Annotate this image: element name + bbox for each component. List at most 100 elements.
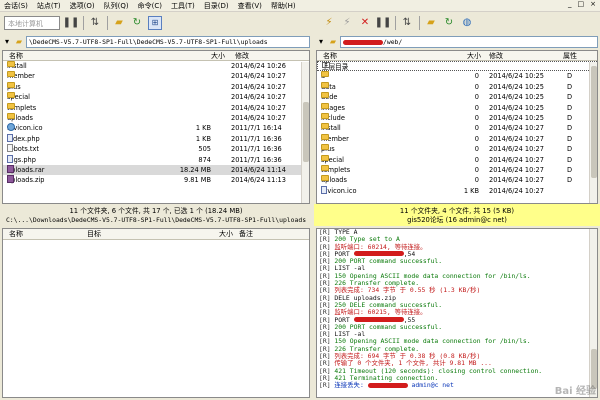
file-date: 2011/7/1 16:36: [231, 134, 282, 143]
file-row[interactable]: robots.txt 505 2011/7/1 16:36: [3, 144, 309, 154]
parent-folder-icon: ↑: [322, 62, 330, 69]
file-row[interactable]: uploads 0 2014/6/24 10:27 D: [317, 175, 597, 185]
file-row[interactable]: index.php 1 KB 2011/7/1 16:36: [3, 133, 309, 144]
parent-dir-row[interactable]: ↑ 上层目录: [317, 61, 597, 72]
file-row[interactable]: favicon.ico 1 KB 2011/7/1 16:14: [3, 123, 309, 133]
php-file-icon: [7, 133, 13, 142]
column-attr[interactable]: 属性: [563, 51, 577, 61]
file-row[interactable]: plus 0 2014/6/24 10:27 D: [317, 144, 597, 154]
minimize-button[interactable]: _: [568, 0, 572, 8]
menu-item[interactable]: 选项(O): [70, 1, 95, 11]
file-name: uploads: [7, 112, 33, 123]
column-name[interactable]: 名称: [323, 51, 337, 61]
file-row[interactable]: install 2014/6/24 10:26: [3, 61, 309, 71]
connect-icon[interactable]: ⚡: [322, 16, 336, 30]
folder-icon[interactable]: ▰: [424, 16, 438, 30]
file-row[interactable]: plus 2014/6/24 10:27: [3, 81, 309, 92]
log-lines: [R] TYPE A [R] 200 Type set to A [R] 监听端口:…: [317, 229, 597, 390]
globe-icon[interactable]: ◍: [460, 16, 474, 30]
local-status-summary: 11 个文件夹, 6 个文件, 共 17 个, 已选 1 个 (18.24 MB…: [69, 207, 243, 215]
file-row[interactable]: special 2014/6/24 10:27: [3, 92, 309, 102]
menu-item[interactable]: 帮助(H): [271, 1, 296, 11]
local-site-combo[interactable]: 本地计算机: [4, 16, 60, 30]
stop-icon[interactable]: ✕: [358, 16, 372, 30]
file-date: 2014/6/24 10:26: [231, 62, 286, 70]
file-date: 2014/6/24 10:27: [489, 176, 544, 185]
folder-icon: [7, 102, 15, 109]
dropdown-icon[interactable]: ▾: [2, 37, 12, 47]
menu-item[interactable]: 队列(Q): [104, 1, 129, 11]
remote-scrollbar[interactable]: [589, 62, 597, 203]
remote-path-input[interactable]: /web/: [340, 36, 598, 48]
file-size: 0: [474, 82, 479, 91]
remote-file-list: 名称 大小 修改 属性 ↑上层目录a 0 2014/6/24 10:25 Ddata 0…: [316, 50, 598, 204]
folder-icon: [7, 92, 15, 99]
folder-icon: [7, 112, 15, 119]
queue-column-note[interactable]: 备注: [239, 229, 253, 240]
refresh-icon[interactable]: ↻: [130, 16, 144, 30]
file-attr: D: [567, 103, 573, 112]
close-button[interactable]: ×: [590, 0, 596, 8]
column-size[interactable]: 大小: [211, 51, 225, 61]
file-date: 2011/7/1 16:36: [231, 145, 282, 154]
file-row[interactable]: uploads.zip 9.81 MB 2014/6/24 11:13: [3, 175, 309, 185]
file-row[interactable]: templets 0 2014/6/24 10:27 D: [317, 164, 597, 175]
folder-icon: [321, 175, 329, 182]
refresh-icon[interactable]: ↻: [442, 16, 456, 30]
view-icon[interactable]: ⊞: [148, 16, 162, 30]
disconnect-icon[interactable]: ⚡: [340, 16, 354, 30]
file-row[interactable]: dede 0 2014/6/24 10:25 D: [317, 92, 597, 102]
file-row[interactable]: uploads 2014/6/24 10:27: [3, 112, 309, 123]
file-icon: [7, 144, 13, 153]
local-path-input[interactable]: \DedeCMS-V5.7-UTF8-SP1-Full\DedeCMS-V5.7…: [26, 36, 310, 48]
queue-column-target[interactable]: 目标: [87, 229, 101, 240]
file-row[interactable]: favicon.ico 1 KB 2014/6/24 10:27: [317, 185, 597, 196]
local-scrollbar[interactable]: [301, 62, 309, 203]
file-row[interactable]: templets 2014/6/24 10:27: [3, 102, 309, 113]
menu-item[interactable]: 工具(T): [171, 1, 195, 11]
file-row[interactable]: include 0 2014/6/24 10:25 D: [317, 112, 597, 123]
column-name[interactable]: 名称: [9, 51, 23, 61]
file-row[interactable]: data 0 2014/6/24 10:25 D: [317, 81, 597, 92]
sort-icon[interactable]: ⇅: [88, 16, 102, 30]
log-tail: admin@c net: [407, 381, 454, 390]
pause-icon[interactable]: ❚❚: [375, 16, 392, 30]
folder-icon: [321, 133, 329, 140]
file-row[interactable]: images 0 2014/6/24 10:25 D: [317, 102, 597, 113]
column-size[interactable]: 大小: [467, 51, 481, 61]
queue-column-size[interactable]: 大小: [219, 229, 233, 240]
up-folder-icon[interactable]: ▰: [14, 37, 24, 47]
file-name: special: [321, 154, 344, 165]
queue-column-name[interactable]: 名称: [9, 229, 23, 240]
file-row[interactable]: member 2014/6/24 10:27: [3, 71, 309, 81]
menu-item[interactable]: 目录(D): [204, 1, 229, 11]
maximize-button[interactable]: □: [578, 0, 585, 8]
menu-item[interactable]: 站点(T): [37, 1, 61, 11]
column-date[interactable]: 修改: [489, 51, 503, 61]
log-scrollbar[interactable]: [589, 229, 597, 397]
archive-icon: [7, 175, 14, 184]
sort-icon[interactable]: ⇅: [400, 16, 414, 30]
menu-item[interactable]: 命令(C): [138, 1, 162, 11]
file-row[interactable]: install 0 2014/6/24 10:27 D: [317, 123, 597, 133]
scrollbar-thumb[interactable]: [303, 102, 309, 162]
file-name: favicon.ico: [321, 185, 357, 196]
file-date: 2014/6/24 10:27: [231, 93, 286, 102]
file-row[interactable]: special 0 2014/6/24 10:27 D: [317, 154, 597, 165]
file-row[interactable]: tags.php 874 2011/7/1 16:36: [3, 154, 309, 165]
up-folder-icon[interactable]: ▰: [328, 37, 338, 47]
file-row[interactable]: a 0 2014/6/24 10:25 D: [317, 71, 597, 81]
file-date: 2014/6/24 10:25: [489, 103, 544, 112]
column-date[interactable]: 修改: [235, 51, 249, 61]
window-controls: _ □ ×: [562, 0, 596, 8]
file-row[interactable]: member 0 2014/6/24 10:27 D: [317, 133, 597, 144]
folder-icon[interactable]: ▰: [112, 16, 126, 30]
menu-item[interactable]: 会话(S): [4, 1, 28, 11]
pause-icon[interactable]: ❚❚: [63, 16, 80, 30]
file-date: 2014/6/24 10:27: [489, 165, 544, 174]
scrollbar-thumb[interactable]: [591, 66, 597, 178]
menu-item[interactable]: 查看(V): [238, 1, 262, 11]
file-size: 0: [474, 134, 479, 143]
dropdown-icon[interactable]: ▾: [316, 37, 326, 47]
file-row[interactable]: uploads.rar 18.24 MB 2014/6/24 11:14: [3, 164, 309, 176]
